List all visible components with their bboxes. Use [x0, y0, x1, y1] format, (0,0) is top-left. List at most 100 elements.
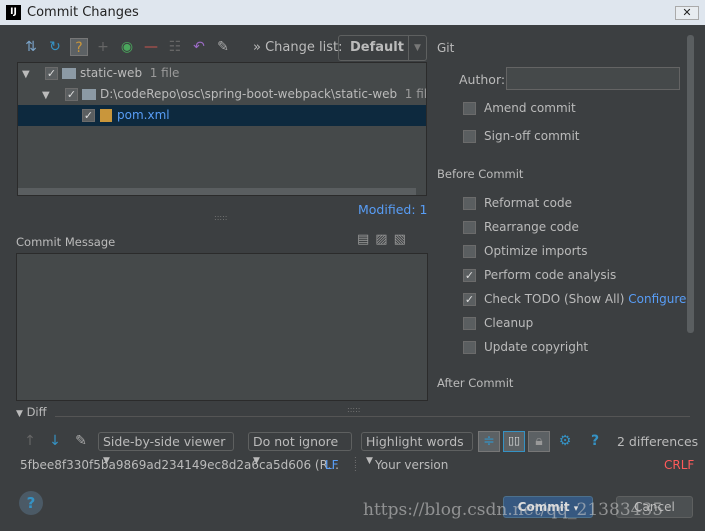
intellij-logo: IJ	[6, 5, 21, 20]
node-count: 1 file	[149, 66, 180, 80]
checkbox-box	[463, 197, 476, 210]
author-input[interactable]	[506, 67, 680, 90]
close-button[interactable]: ✕	[675, 6, 699, 20]
window-title: Commit Changes	[27, 5, 139, 20]
splitter-handle[interactable]: :::::	[214, 213, 227, 222]
refresh-icon[interactable]: ↻	[46, 38, 64, 56]
commit-button[interactable]: Commit ▾	[503, 496, 593, 518]
left-line-separator[interactable]: LF	[325, 458, 339, 472]
left-revision: 5fbee8f330f5ba9869ad234149ec8d2a6ca5d606…	[20, 458, 339, 472]
before-commit-option[interactable]: ✓ Check TODO (Show All) Configure	[463, 290, 686, 308]
author-label: Author:	[459, 72, 506, 87]
expand-arrow-icon[interactable]: ▼	[42, 90, 50, 101]
before-commit-option[interactable]: Optimize imports	[463, 242, 588, 260]
before-commit-option[interactable]: Cleanup	[463, 314, 533, 332]
option-label: Rearrange code	[484, 220, 579, 234]
unversioned-files-icon[interactable]: ?	[70, 38, 88, 56]
chevron-down-icon: ▼	[366, 456, 373, 466]
node-count: 1 file	[404, 87, 426, 101]
help-button[interactable]: ?	[19, 491, 43, 515]
title-bar: IJ Commit Changes ✕	[0, 0, 705, 25]
option-label: Sign-off commit	[484, 129, 580, 143]
diff-title: Diff	[26, 405, 47, 419]
show-diff-icon[interactable]: ⇅	[22, 38, 40, 56]
move-to-changelist-icon[interactable]: ◉	[118, 38, 136, 56]
add-icon[interactable]: +	[94, 38, 112, 56]
chevron-down-icon: ▾	[573, 504, 579, 514]
node-label: D:\codeRepo\osc\spring-boot-webpack\stat…	[99, 87, 398, 101]
signoff-commit-checkbox[interactable]: Sign-off commit	[463, 127, 580, 145]
changes-tree: ▼ ✓ static-web 1 file ▼ ✓ D:\codeRepo\osc\…	[17, 62, 427, 196]
viewer-value: Side-by-side viewer	[103, 434, 226, 449]
edit-source-icon[interactable]: ✎	[72, 432, 90, 450]
sync-scroll-icon[interactable]: ▯▯	[503, 431, 525, 452]
checkbox-box	[463, 245, 476, 258]
collapse-unchanged-icon[interactable]: ≑	[478, 431, 500, 452]
option-label: Amend commit	[484, 101, 576, 115]
modified-count[interactable]: Modified: 1	[358, 202, 427, 217]
checkbox[interactable]: ✓	[44, 67, 58, 80]
options-scrollbar[interactable]	[687, 35, 694, 333]
option-label: Optimize imports	[484, 244, 588, 258]
option-label: Cleanup	[484, 316, 534, 330]
checkbox-box	[463, 221, 476, 234]
changes-toolbar: ⇅ ↻ ? + ◉ — ☷ ↶ ✎	[22, 38, 232, 56]
before-commit-option[interactable]: Update copyright	[463, 338, 588, 356]
previous-difference-icon[interactable]: ↑	[21, 432, 39, 450]
viewer-dropdown[interactable]: Side-by-side viewer ▼	[98, 432, 234, 466]
chevron-down-icon: ▼	[408, 36, 426, 60]
message-history-icons[interactable]: ▤▨▧	[357, 232, 412, 247]
option-label: Check TODO (Show All)	[484, 292, 625, 306]
xml-file-icon	[100, 109, 112, 122]
gear-icon[interactable]: ⚙	[556, 432, 574, 450]
remove-icon[interactable]: —	[142, 38, 160, 56]
before-commit-title: Before Commit	[437, 167, 524, 181]
node-label: static-web	[79, 66, 143, 80]
horizontal-scrollbar[interactable]	[18, 188, 416, 195]
highlight-value: Highlight words	[366, 434, 464, 449]
commit-label: Commit	[517, 500, 570, 514]
git-section-title: Git	[437, 41, 455, 55]
right-title: Your version	[375, 458, 449, 472]
diff-toggle[interactable]: ▼ Diff	[16, 405, 47, 419]
before-commit-option[interactable]: ✓ Perform code analysis	[463, 266, 616, 284]
after-commit-title: After Commit	[437, 376, 514, 390]
checkbox[interactable]: ✓	[64, 88, 78, 101]
edit-source-icon[interactable]: ✎	[214, 38, 232, 56]
revert-icon[interactable]: ↶	[190, 38, 208, 56]
option-label: Update copyright	[484, 340, 589, 354]
tree-node-directory[interactable]: ▼ ✓ D:\codeRepo\osc\spring-boot-webpack\s…	[18, 84, 426, 105]
differences-count: 2 differences	[617, 434, 699, 449]
changelist-label: » Change list:	[253, 40, 343, 55]
before-commit-option[interactable]: Reformat code	[463, 194, 572, 212]
commit-message-input[interactable]	[16, 253, 428, 401]
option-label: Reformat code	[484, 196, 572, 210]
folder-icon	[81, 89, 96, 100]
module-icon	[61, 68, 76, 79]
checkbox-box: ✓	[463, 293, 476, 306]
configure-link[interactable]: Configure	[628, 292, 686, 306]
checkbox-box: ✓	[463, 269, 476, 282]
splitter-handle[interactable]: :::::	[347, 405, 360, 414]
right-line-separator[interactable]: CRLF	[664, 458, 694, 472]
changelist-dropdown[interactable]: Default ▼	[338, 35, 427, 61]
checkbox-box	[463, 341, 476, 354]
tree-node-file[interactable]: ✓ pom.xml	[18, 105, 426, 126]
help-icon[interactable]: ?	[586, 432, 604, 450]
amend-commit-checkbox[interactable]: Amend commit	[463, 99, 576, 117]
lock-icon[interactable]: 🔒︎	[528, 431, 550, 452]
node-label: pom.xml	[117, 108, 170, 122]
checkbox-box	[463, 102, 476, 115]
next-difference-icon[interactable]: ↓	[46, 432, 64, 450]
checkbox[interactable]: ✓	[82, 109, 95, 122]
cancel-button[interactable]: Cancel	[616, 496, 693, 518]
pane-divider: :::	[354, 454, 357, 473]
highlight-dropdown[interactable]: Highlight words ▼	[361, 432, 473, 466]
expand-arrow-icon[interactable]: ▼	[22, 69, 30, 80]
tree-node-module[interactable]: ▼ ✓ static-web 1 file	[18, 63, 426, 84]
ignore-dropdown[interactable]: Do not ignore ▼	[248, 432, 352, 466]
commit-message-label: Commit Message	[16, 235, 116, 249]
before-commit-option[interactable]: Rearrange code	[463, 218, 579, 236]
checkbox-box	[463, 130, 476, 143]
group-by-icon[interactable]: ☷	[166, 38, 184, 56]
